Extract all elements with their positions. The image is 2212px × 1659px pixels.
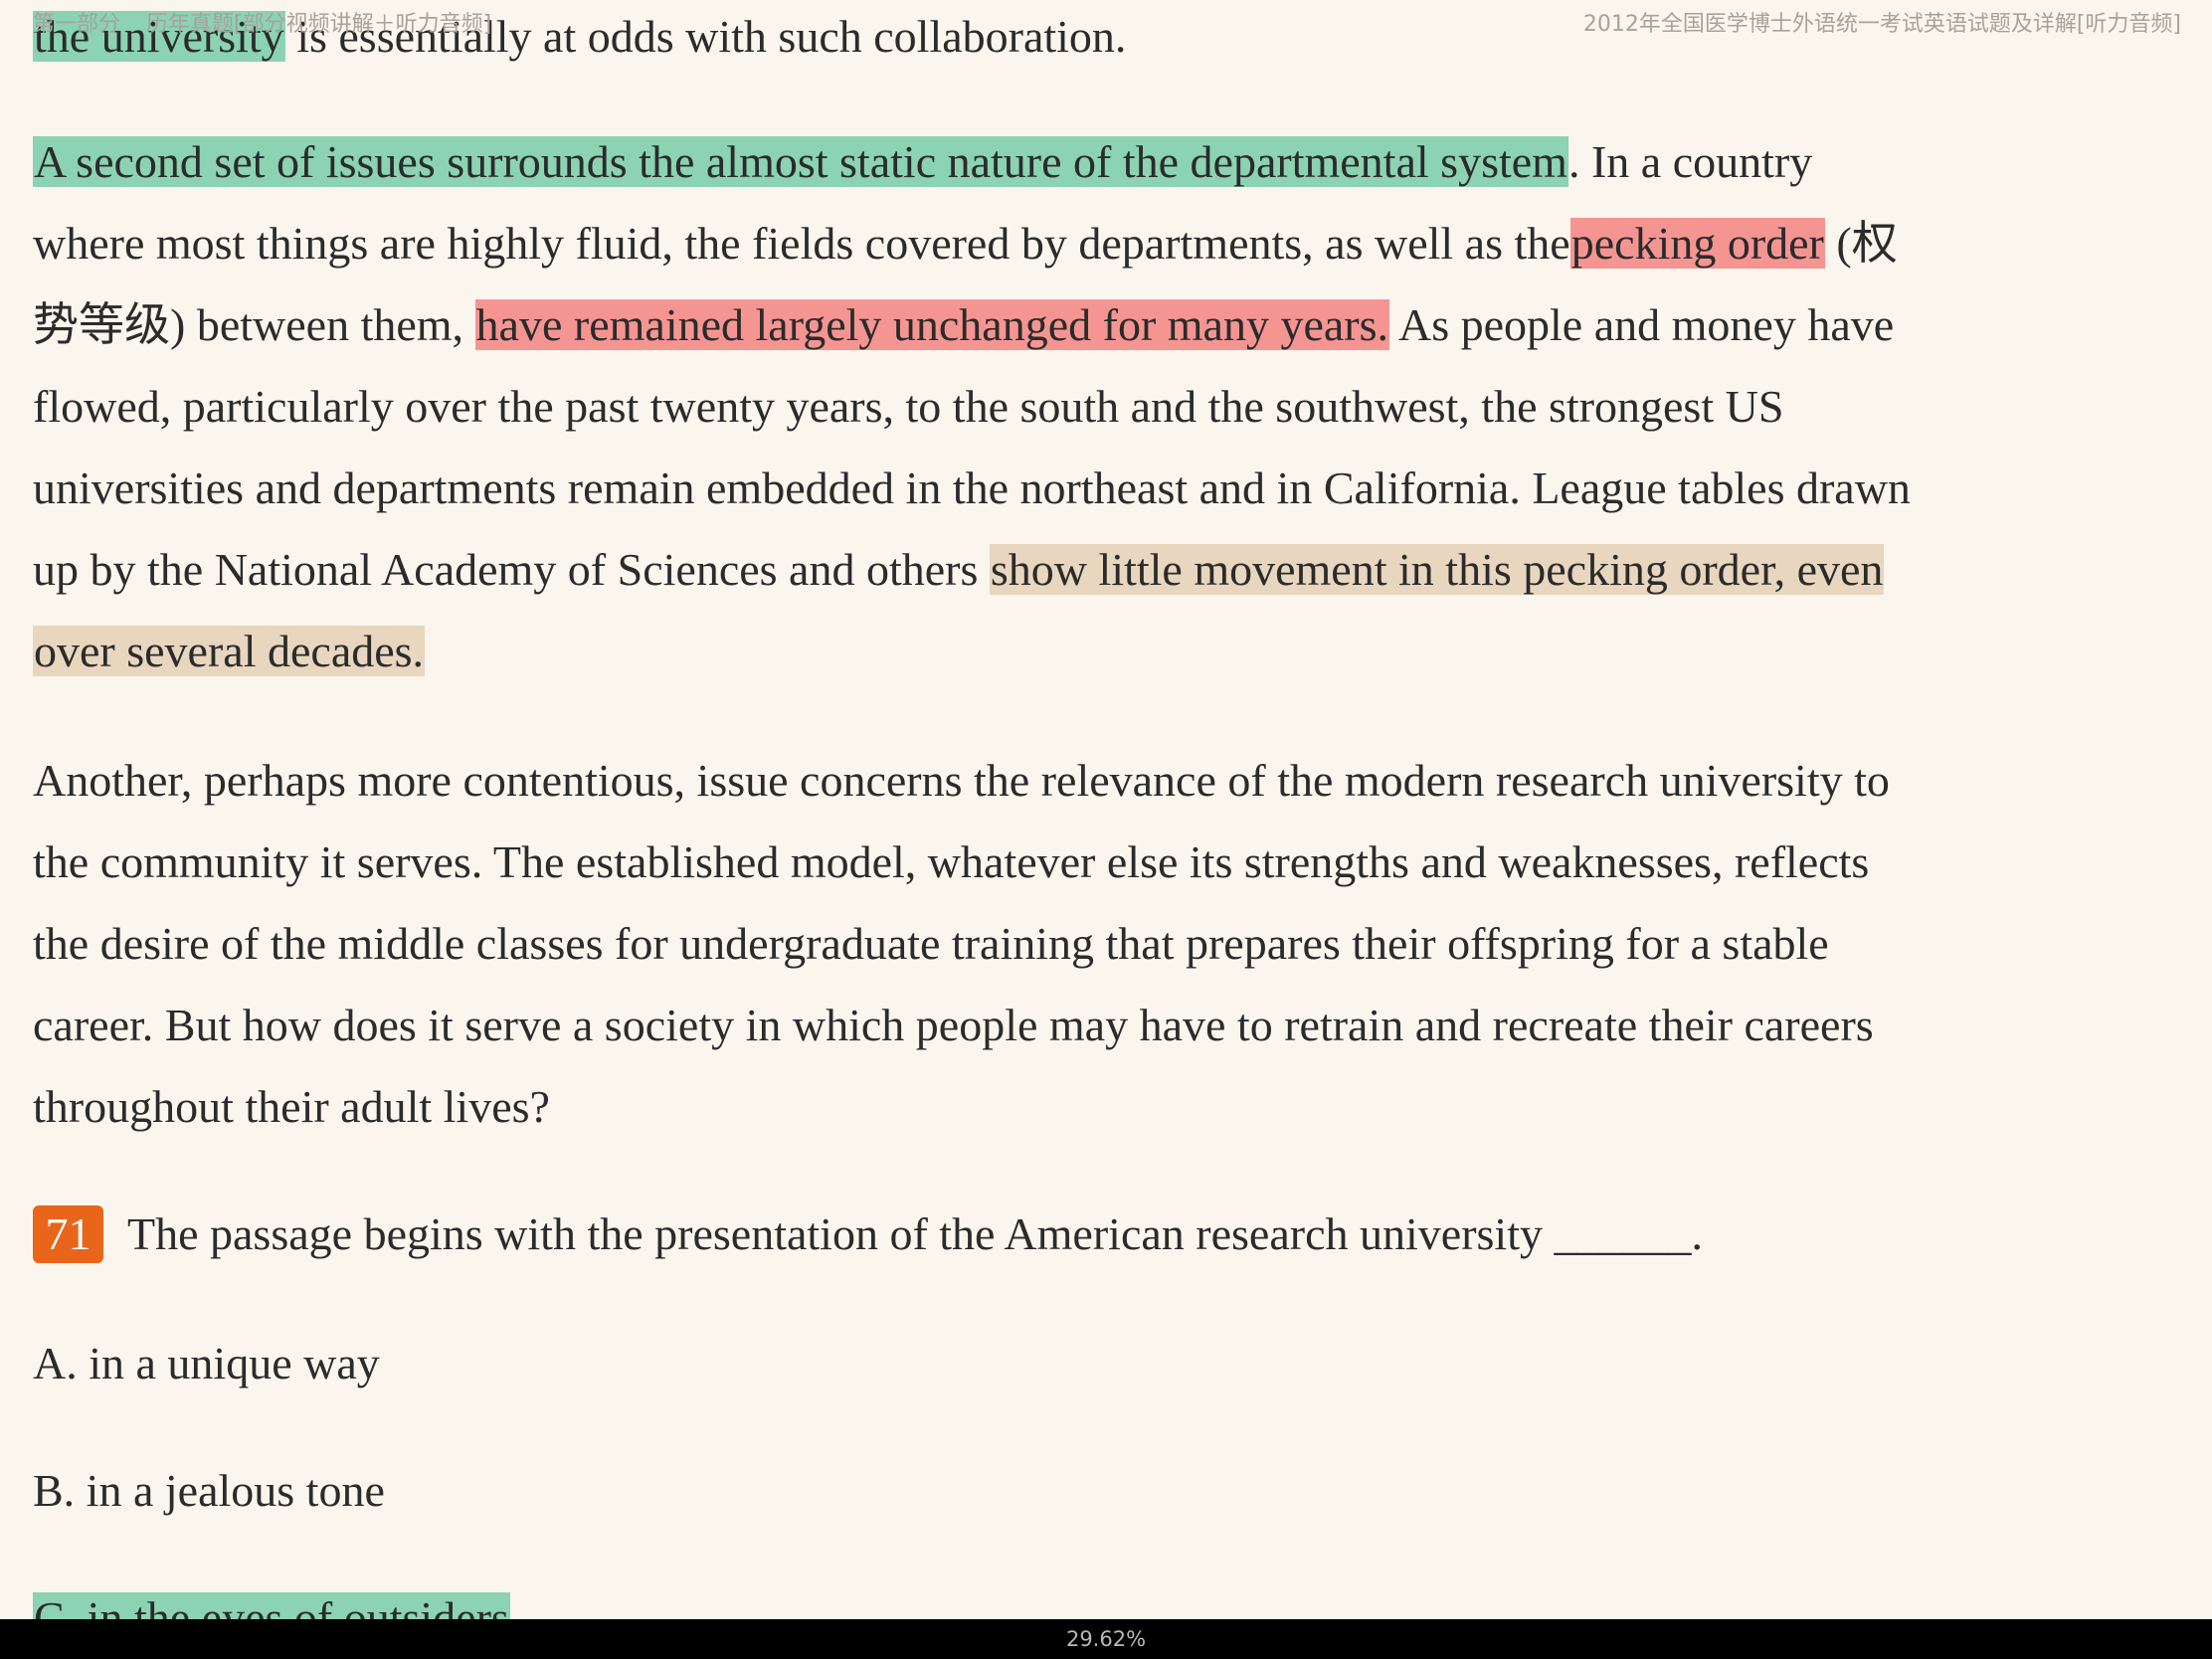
text-span: (权 <box>1824 218 1898 269</box>
question-stem: 71 The passage begins with the presentati… <box>33 1205 1703 1263</box>
text-line: universities and departments remain embe… <box>33 462 1911 513</box>
reader-page[interactable]: 第一部分 历年真题[部分视频讲解＋听力音频] 2012年全国医学博士外语统一考试英… <box>0 0 2212 1619</box>
answer-option-b[interactable]: B. in a jealous tone <box>33 1462 385 1520</box>
text-span: where most things are highly fluid, the … <box>33 218 1570 269</box>
reading-progress-text: 29.62% <box>1065 1627 1147 1651</box>
highlight-green[interactable]: C. in the eyes of outsiders <box>33 1592 510 1619</box>
text-span: As people and money have <box>1389 299 1895 350</box>
highlight-red[interactable]: pecking order <box>1569 218 1825 269</box>
page-header: 第一部分 历年真题[部分视频讲解＋听力音频] 2012年全国医学博士外语统一考试英… <box>33 6 2181 38</box>
question-number-badge[interactable]: 71 <box>33 1205 103 1263</box>
text-line: over several decades. <box>33 623 426 680</box>
highlight-green[interactable]: A second set of issues surrounds the alm… <box>33 136 1568 187</box>
header-section: 第一部分 <box>33 12 121 37</box>
answer-option-a[interactable]: A. in a unique way <box>33 1335 380 1392</box>
text-line: up by the National Academy of Sciences a… <box>33 541 1885 599</box>
text-line: flowed, particularly over the past twent… <box>33 381 1784 432</box>
header-breadcrumb: 第一部分 历年真题[部分视频讲解＋听力音频] <box>33 6 491 38</box>
highlight-tan[interactable]: over several decades. <box>33 626 426 676</box>
text-line: the community it serves. The established… <box>33 836 1870 887</box>
reading-progress-bar: 29.62% <box>0 1619 2212 1659</box>
header-chapter: 历年真题[部分视频讲解＋听力音频] <box>146 12 492 37</box>
header-book-title: 2012年全国医学博士外语统一考试英语试题及详解[听力音频] <box>1582 12 2181 37</box>
text-span: . In a country <box>1567 136 1813 187</box>
text-line: career. But how does it serve a society … <box>33 1000 1874 1050</box>
text-line: Another, perhaps more contentious, issue… <box>33 755 1890 806</box>
highlight-red[interactable]: have remained largely unchanged for many… <box>474 299 1390 350</box>
text-line: 势等级) between them, have remained largely… <box>33 296 1894 354</box>
text-span: 势等级) between them, <box>33 299 475 350</box>
text-span: up by the National Academy of Sciences a… <box>33 544 990 595</box>
question-text: The passage begins with the presentation… <box>127 1208 1703 1259</box>
text-line: the desire of the middle classes for und… <box>33 918 1829 969</box>
highlight-tan[interactable]: show little movement in this pecking ord… <box>989 544 1885 595</box>
text-line: throughout their adult lives? <box>33 1081 550 1132</box>
text-line: where most things are highly fluid, the … <box>33 215 1898 273</box>
text-line: A second set of issues surrounds the alm… <box>33 133 1812 191</box>
answer-option-c[interactable]: C. in the eyes of outsiders <box>33 1589 510 1619</box>
